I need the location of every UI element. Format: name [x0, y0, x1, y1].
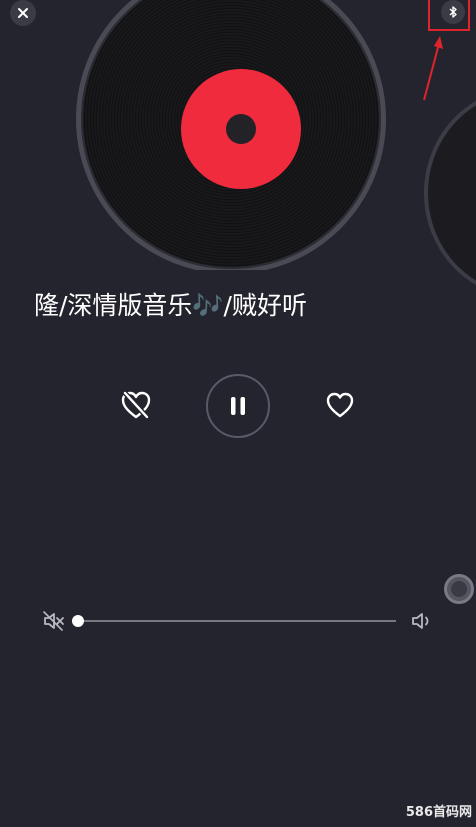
dislike-button[interactable]	[118, 387, 154, 423]
song-title: 隆/深情版音乐🎶/贼好听	[34, 291, 307, 320]
watermark: 586首码网 www.h586.com	[405, 805, 472, 820]
speaker-icon	[412, 613, 429, 629]
pause-button[interactable]	[206, 374, 270, 438]
volume-slider[interactable]	[72, 615, 396, 627]
annotation-arrow	[423, 36, 443, 101]
record-label	[181, 69, 301, 189]
record-area	[0, 0, 476, 270]
vinyl-record[interactable]	[76, 0, 386, 270]
volume-slider-handle[interactable]	[72, 615, 84, 627]
player-screen: 隆/深情版音乐🎶/贼好听 586首码网	[0, 0, 476, 827]
dislike-icon	[121, 391, 151, 419]
annotation-box	[428, 0, 470, 31]
heart-icon	[326, 392, 354, 418]
mute-button[interactable]	[42, 609, 66, 633]
mute-icon	[43, 611, 64, 631]
close-icon	[18, 8, 28, 18]
close-button[interactable]	[10, 0, 36, 26]
record-center-hole	[226, 114, 256, 144]
floating-assist-button[interactable]	[444, 574, 474, 604]
pause-icon	[231, 397, 245, 415]
like-button[interactable]	[322, 387, 358, 423]
volume-max-button[interactable]	[410, 609, 434, 633]
